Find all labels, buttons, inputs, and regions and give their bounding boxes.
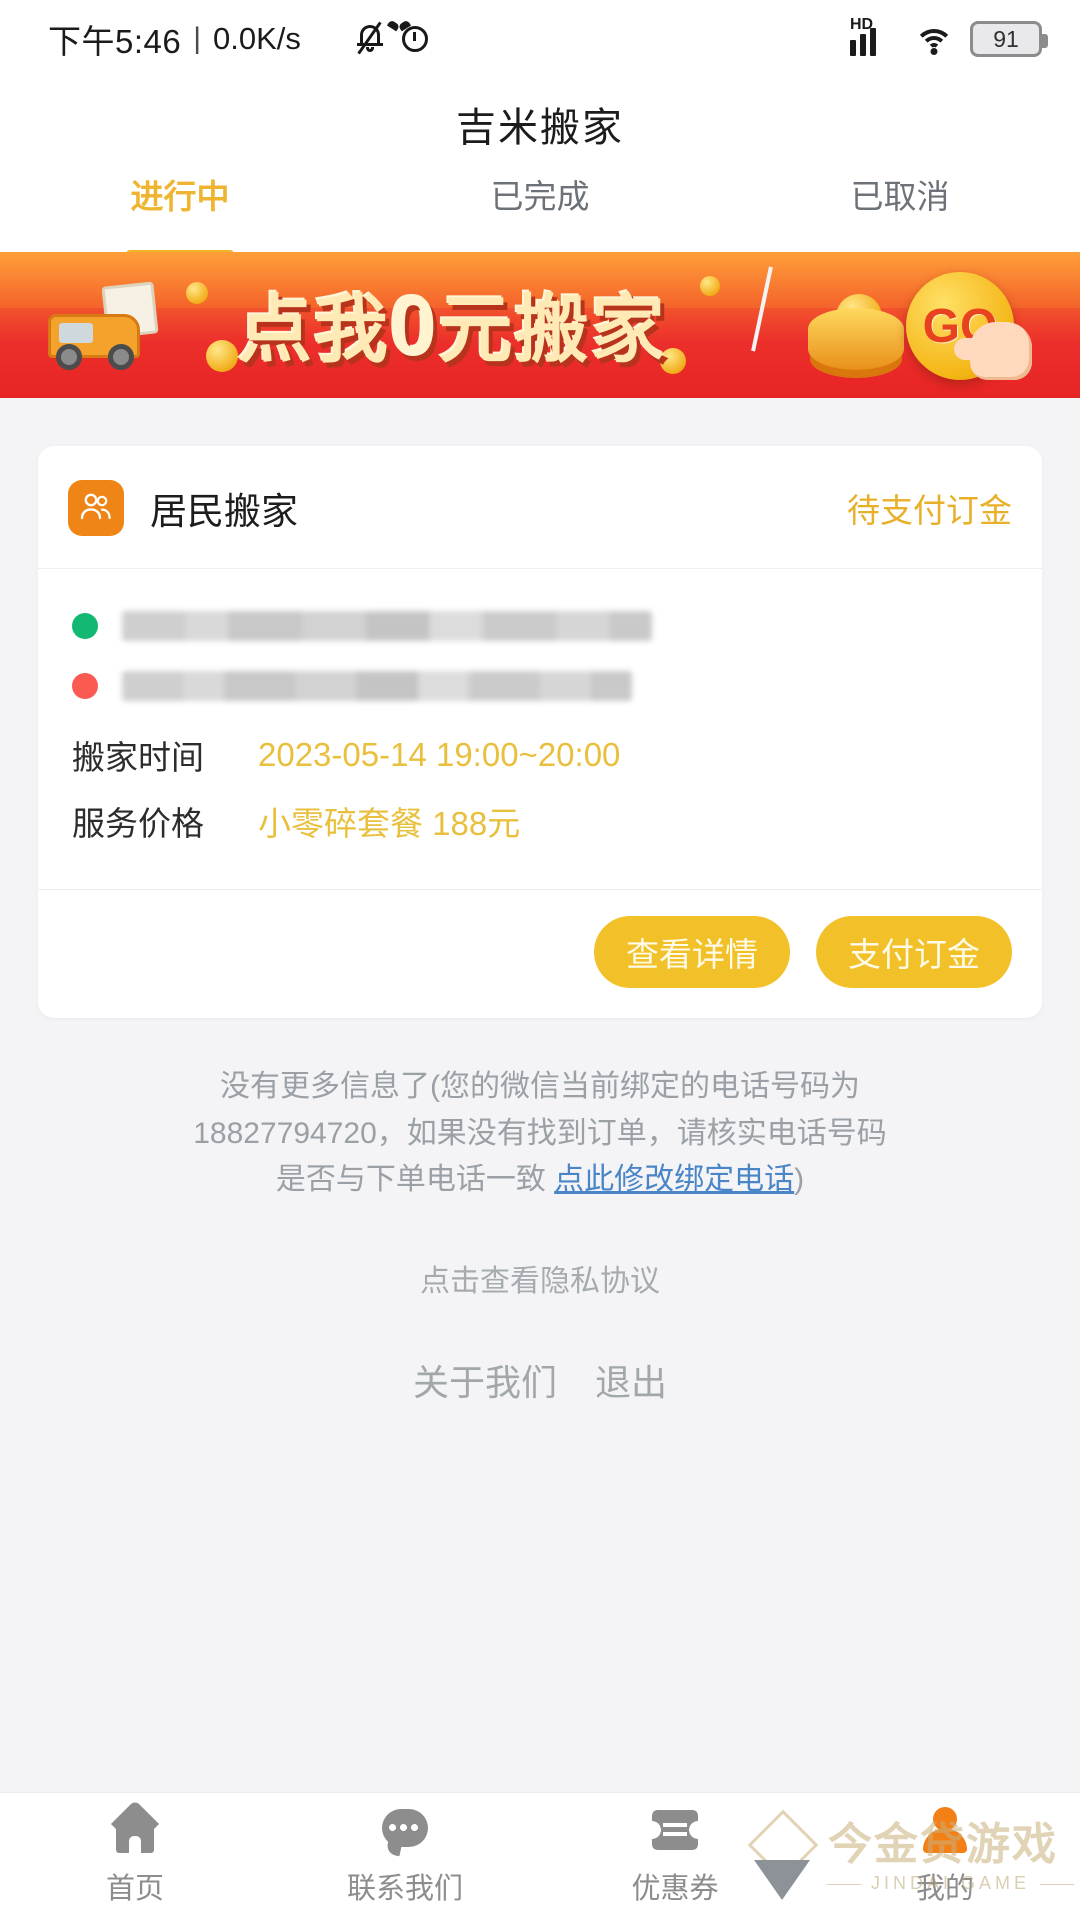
notice-line-3-suffix: ): [794, 1163, 805, 1196]
order-status-tabs: 进行中 已完成 已取消: [0, 170, 1080, 258]
move-time-label: 搬家时间: [72, 739, 204, 776]
status-time: 下午5:46: [48, 23, 182, 60]
privacy-policy-link[interactable]: 点击查看隐私协议: [38, 1256, 1042, 1300]
promo-banner[interactable]: 点我0元搬家 GO: [0, 252, 1080, 398]
pickup-address-row: [72, 611, 1012, 641]
no-more-info-notice: 没有更多信息了(您的微信当前绑定的电话号码为 18827794720，如果没有找…: [86, 1064, 994, 1204]
price-value: 小零碎套餐 188元: [258, 805, 521, 842]
notice-line-1: 没有更多信息了(您的微信当前绑定的电话号码为: [220, 1070, 860, 1103]
dropoff-address-row: [72, 671, 1012, 701]
coin-icon: [206, 340, 238, 372]
nav-item-profile[interactable]: 我的: [810, 1807, 1080, 1907]
moon-icon: [311, 22, 345, 56]
battery-icon: 91: [970, 21, 1048, 57]
order-card-header: 居民搬家 待支付订金: [38, 446, 1042, 569]
status-bar: 下午5:46 | 0.0K/s HD 91: [0, 0, 1080, 78]
hand-pointer-icon: [954, 322, 1032, 380]
person-icon: [919, 1807, 971, 1853]
service-name: 居民搬家: [150, 491, 298, 532]
bottom-navigation: 首页 联系我们 优惠券 我的: [0, 1792, 1080, 1920]
pickup-address-redacted: [122, 611, 652, 641]
app-bar: 吉米搬家: [0, 78, 1080, 170]
nav-item-profile-label: 我的: [915, 1872, 974, 1905]
signal-icon: HD: [850, 16, 898, 56]
hd-label: HD: [850, 16, 874, 33]
page-title: 吉米搬家: [456, 106, 624, 150]
move-time-value: 2023-05-14 19:00~20:00: [258, 736, 621, 773]
logout-link[interactable]: 退出: [595, 1362, 667, 1403]
price-label: 服务价格: [72, 805, 204, 842]
footer-links: 关于我们 退出: [38, 1354, 1042, 1406]
banner-text-prefix: 点我: [238, 288, 390, 371]
nav-item-contact-us[interactable]: 联系我们: [270, 1807, 540, 1907]
end-dot-icon: [72, 673, 98, 699]
nav-item-contact-us-label: 联系我们: [346, 1872, 463, 1905]
bell-muted-icon: [355, 21, 389, 56]
about-us-link[interactable]: 关于我们: [413, 1362, 557, 1403]
order-service: 居民搬家: [68, 480, 298, 536]
wifi-icon: [913, 23, 955, 55]
banner-text-zero: 0: [390, 279, 439, 373]
coin-stack-icon: [808, 308, 904, 370]
dropoff-address-redacted: [122, 671, 632, 701]
tab-completed[interactable]: 已完成: [360, 170, 720, 252]
coin-icon: [700, 276, 720, 296]
nav-item-coupons[interactable]: 优惠券: [540, 1807, 810, 1907]
nav-item-home-label: 首页: [105, 1872, 164, 1905]
tab-completed-label: 已完成: [490, 178, 590, 215]
banner-text-suffix: 元搬家: [438, 288, 667, 371]
alarm-icon: [386, 19, 433, 56]
tab-cancelled-label: 已取消: [850, 178, 950, 215]
tab-in-progress[interactable]: 进行中: [0, 170, 360, 258]
start-dot-icon: [72, 613, 98, 639]
nav-item-home[interactable]: 首页: [0, 1807, 270, 1907]
ticket-icon: [649, 1807, 701, 1853]
coin-icon: [186, 282, 208, 304]
notice-line-2: 18827794720，如果没有找到订单，请核实电话号码: [193, 1116, 887, 1150]
order-card-body: 搬家时间 2023-05-14 19:00~20:00 服务价格 小零碎套餐 1…: [38, 569, 1042, 890]
main-content: 居民搬家 待支付订金 搬家时间 2023-05-14 19:00~20:00 服…: [0, 446, 1080, 1406]
people-icon: [68, 480, 124, 536]
order-card-actions: 查看详情 支付订金: [38, 890, 1042, 1018]
network-speed: 0.0K/s: [213, 21, 301, 56]
pay-deposit-button[interactable]: 支付订金: [816, 916, 1012, 988]
chat-icon: [379, 1807, 431, 1853]
tab-in-progress-label: 进行中: [130, 178, 230, 215]
tab-cancelled[interactable]: 已取消: [720, 170, 1080, 252]
order-card[interactable]: 居民搬家 待支付订金 搬家时间 2023-05-14 19:00~20:00 服…: [38, 446, 1042, 1018]
status-separator: |: [193, 22, 202, 55]
status-bar-right: HD 91: [850, 16, 1048, 57]
status-bar-left: 下午5:46 | 0.0K/s: [48, 15, 433, 63]
home-icon: [109, 1807, 161, 1853]
moving-truck-icon: [48, 281, 198, 376]
detail-row-move-time: 搬家时间 2023-05-14 19:00~20:00: [72, 731, 1012, 779]
view-details-button[interactable]: 查看详情: [594, 916, 790, 988]
banner-text: 点我0元搬家: [238, 270, 667, 377]
notice-line-3-prefix: 是否与下单电话一致: [275, 1163, 555, 1196]
detail-row-price: 服务价格 小零碎套餐 188元: [72, 797, 1012, 845]
status-badge: 待支付订金: [847, 492, 1012, 529]
battery-level: 91: [993, 25, 1019, 52]
nav-item-coupons-label: 优惠券: [631, 1872, 719, 1905]
change-bound-phone-link[interactable]: 点此修改绑定电话: [554, 1163, 794, 1196]
